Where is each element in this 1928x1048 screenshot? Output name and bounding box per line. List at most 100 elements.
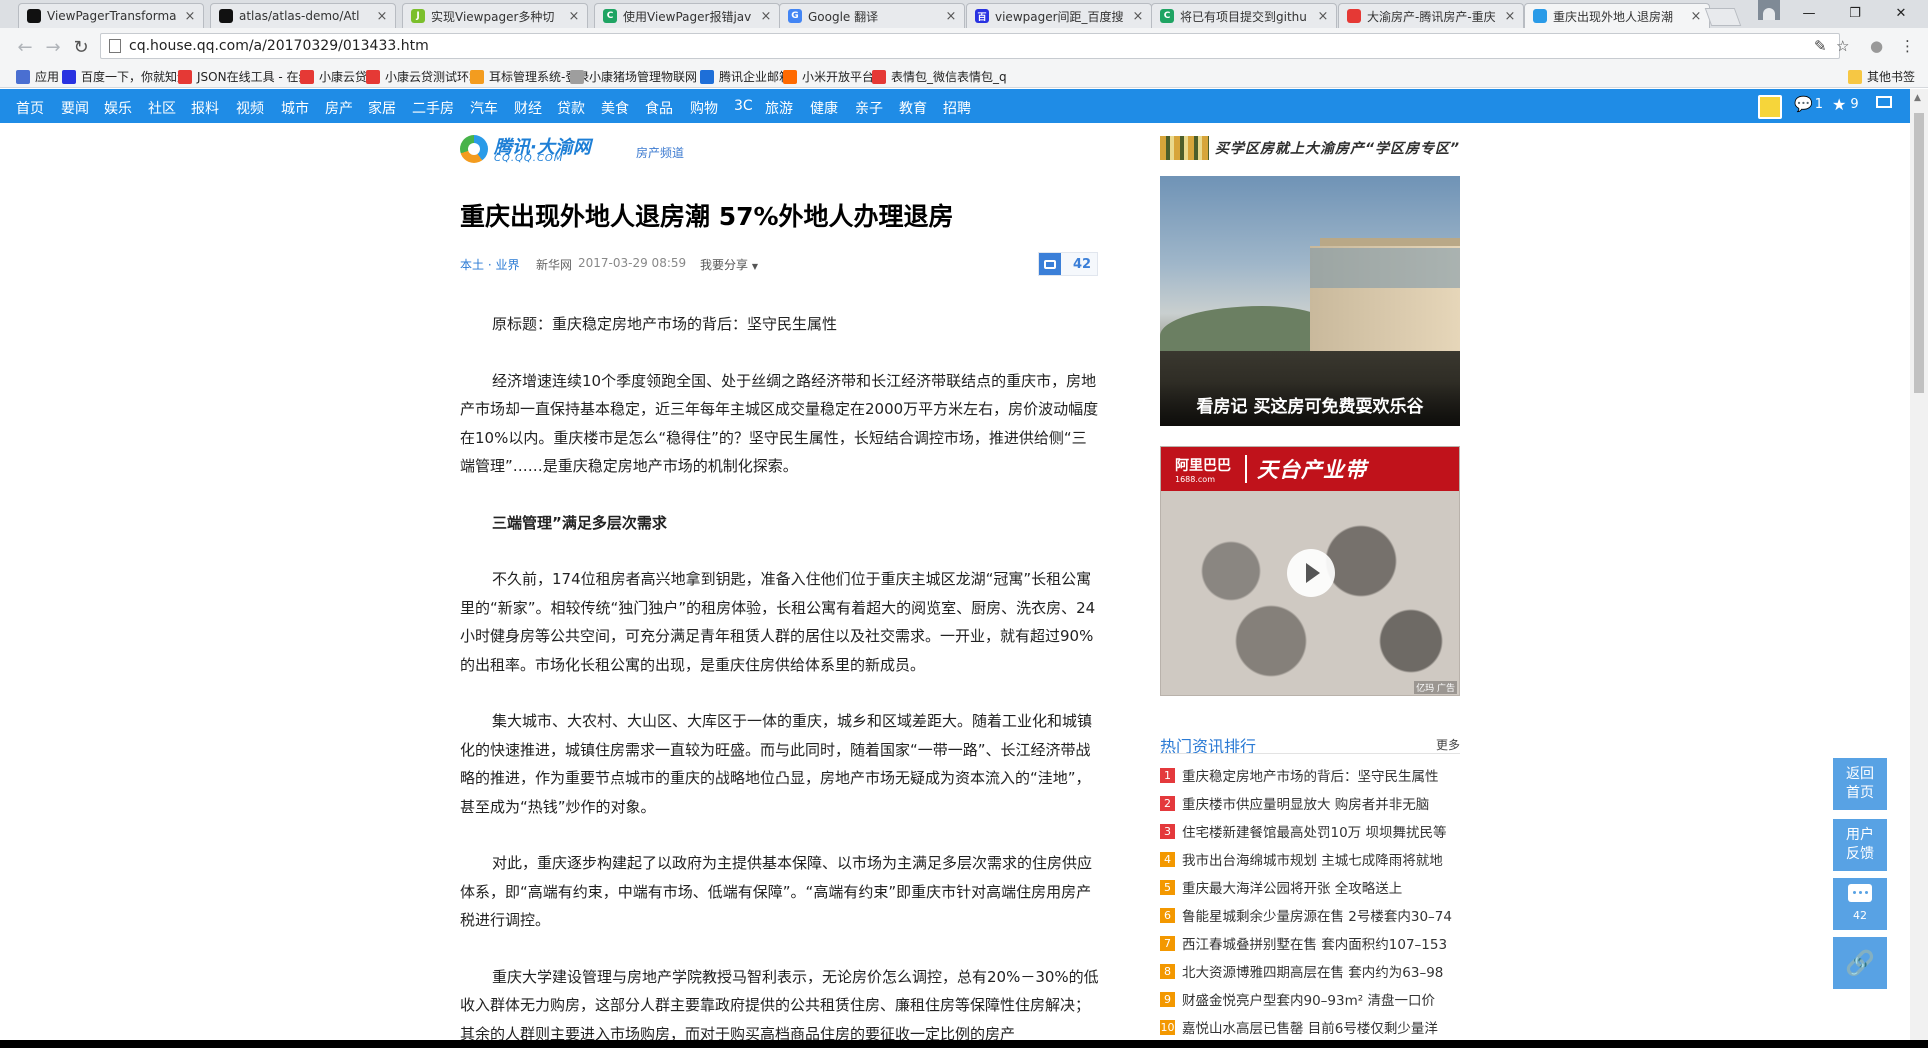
site-nav-item[interactable]: 财经	[514, 98, 542, 118]
menu-icon[interactable]: ⋮	[1900, 37, 1915, 55]
site-nav-item[interactable]: 娱乐	[104, 98, 132, 118]
bookmark-item[interactable]: 腾讯企业邮箱	[700, 68, 791, 85]
site-nav-item[interactable]: 健康	[810, 98, 838, 118]
bookmark-star-icon[interactable]: ☆	[1836, 37, 1849, 55]
bookmark-item[interactable]: 其他书签	[1848, 68, 1915, 85]
favorites[interactable]: ★ 9	[1832, 95, 1859, 114]
minimize-icon[interactable]: —	[1786, 0, 1832, 26]
mail-icon[interactable]	[1876, 96, 1892, 108]
browser-tab[interactable]: 重庆出现外地人退房潮 ×	[1524, 3, 1710, 28]
comment-bubble-icon	[1848, 883, 1872, 902]
tab-close-icon[interactable]: ×	[944, 9, 958, 24]
school-district-banner-ad[interactable]: 买学区房就上大渝房产“学区房专区”	[1160, 136, 1460, 160]
site-nav-item[interactable]: 房产	[325, 98, 353, 118]
browser-tab[interactable]: G Google 翻译 ×	[779, 3, 965, 28]
hot-news-item[interactable]: 5 重庆最大海洋公园将开张 全攻略送上	[1160, 873, 1460, 901]
hot-news-item[interactable]: 8 北大资源博雅四期高层在售 套内约为63–98	[1160, 957, 1460, 985]
bookmark-item[interactable]: 小康云贷	[300, 68, 367, 85]
comments-button[interactable]: 42	[1833, 878, 1887, 930]
site-nav-item[interactable]: 招聘	[943, 98, 971, 118]
site-nav-item[interactable]: 亲子	[855, 98, 883, 118]
site-nav-item[interactable]: 二手房	[412, 98, 454, 118]
hot-news-item[interactable]: 10 嘉悦山水高层已售罄 目前6号楼仅剩少量洋	[1160, 1013, 1460, 1041]
hot-news-item[interactable]: 7 西江春城叠拼别墅在售 套内面积约107–153	[1160, 929, 1460, 957]
browser-tab[interactable]: J 实现Viewpager多种切 ×	[402, 3, 588, 28]
site-nav-item[interactable]: 教育	[899, 98, 927, 118]
close-window-icon[interactable]: ✕	[1878, 0, 1924, 26]
browser-tab[interactable]: atlas/atlas-demo/Atl ×	[210, 3, 396, 28]
hot-news-item[interactable]: 2 重庆楼市供应量明显放大 购房者并非无脑	[1160, 789, 1460, 817]
site-nav-item[interactable]: 要闻	[61, 98, 89, 118]
page-scrollbar[interactable]: ▲	[1910, 89, 1928, 1044]
site-nav-item[interactable]: 购物	[690, 98, 718, 118]
bookmark-item[interactable]: 表情包_微信表情包_q	[872, 68, 1007, 85]
tab-close-icon[interactable]: ×	[1689, 9, 1703, 24]
article-paragraph: 集大城市、大农村、大山区、大库区于一体的重庆，城乡和区域差距大。随着工业化和城镇…	[460, 712, 1093, 816]
site-nav-item[interactable]: 食品	[645, 98, 673, 118]
featured-photo-ad[interactable]: 看房记 买这房可免费耍欢乐谷	[1160, 176, 1460, 426]
site-nav-item[interactable]: 视频	[236, 98, 264, 118]
maximize-icon[interactable]: ❐	[1832, 0, 1878, 26]
messages[interactable]: 💬 1	[1794, 95, 1823, 113]
bookmark-item[interactable]: 小康云贷测试环境	[366, 68, 481, 85]
tab-close-icon[interactable]: ×	[567, 9, 581, 24]
channel-link[interactable]: 房产频道	[636, 144, 684, 161]
tab-close-icon[interactable]: ×	[1503, 9, 1517, 24]
share-link-button[interactable]: 🔗	[1833, 937, 1887, 989]
hot-news-item[interactable]: 6 鲁能星城剩余少量房源在售 2号楼套内30–74	[1160, 901, 1460, 929]
new-tab-button[interactable]	[1704, 8, 1742, 26]
site-nav-item[interactable]: 3C	[734, 98, 753, 114]
extension-icon-2[interactable]: ●	[1870, 37, 1883, 55]
site-nav-item[interactable]: 美食	[601, 98, 629, 118]
hot-news-item[interactable]: 9 财盛金悦亮户型套内90–93m² 清盘一口价	[1160, 985, 1460, 1013]
tab-title: 使用ViewPager报错jav	[623, 9, 752, 24]
ad-tag: 亿玛 广告	[1414, 681, 1457, 694]
hot-news-more-link[interactable]: 更多	[1436, 736, 1460, 753]
article-category[interactable]: 本土 · 业界	[460, 256, 519, 273]
site-nav-item[interactable]: 首页	[16, 98, 44, 118]
scroll-up-icon[interactable]: ▲	[1914, 93, 1921, 103]
profile-icon[interactable]	[1758, 0, 1780, 20]
site-nav-item[interactable]: 旅游	[765, 98, 793, 118]
site-nav-item[interactable]: 汽车	[470, 98, 498, 118]
reload-icon[interactable]: ↻	[70, 36, 92, 58]
back-to-home-button[interactable]: 返回首页	[1833, 758, 1887, 810]
bookmark-item[interactable]: 小康猪场管理物联网	[570, 68, 697, 85]
video-ad[interactable]: 阿里巴巴 1688.com 天台产业带 亿玛 广告	[1160, 446, 1460, 696]
tab-close-icon[interactable]: ×	[183, 9, 197, 24]
scrollbar-thumb[interactable]	[1914, 113, 1924, 393]
browser-tab[interactable]: ViewPagerTransforma ×	[18, 3, 204, 28]
site-logo[interactable]: 腾讯·大渝网 CQ.QQ.COM	[460, 131, 591, 165]
browser-tab[interactable]: C 使用ViewPager报错jav ×	[594, 3, 780, 28]
bookmark-item[interactable]: 百度一下，你就知道	[62, 68, 189, 85]
extension-icon[interactable]: ✎	[1814, 37, 1827, 55]
browser-tab[interactable]: 百 viewpager间距_百度搜 ×	[966, 3, 1152, 28]
forward-icon[interactable]: →	[42, 36, 64, 58]
bookmark-item[interactable]: 小米开放平台	[783, 68, 874, 85]
hot-news-item[interactable]: 1 重庆稳定房地产市场的背后：坚守民生属性	[1160, 761, 1460, 789]
share-button[interactable]: 我要分享 ▼	[700, 256, 758, 273]
tab-close-icon[interactable]: ×	[375, 9, 389, 24]
tab-favicon-icon	[219, 9, 233, 23]
tab-close-icon[interactable]: ×	[1316, 9, 1330, 24]
site-nav-item[interactable]: 城市	[281, 98, 309, 118]
comment-count-button[interactable]: 42	[1038, 252, 1098, 276]
play-icon[interactable]	[1287, 549, 1335, 597]
browser-tab[interactable]: 大渝房产-腾讯房产-重庆 ×	[1338, 3, 1524, 28]
feedback-button[interactable]: 用户反馈	[1833, 819, 1887, 871]
back-icon[interactable]: ←	[14, 36, 36, 58]
site-nav-item[interactable]: 贷款	[557, 98, 585, 118]
tab-close-icon[interactable]: ×	[759, 9, 773, 24]
site-nav-item[interactable]: 报料	[191, 98, 219, 118]
tab-close-icon[interactable]: ×	[1131, 9, 1145, 24]
browser-tab[interactable]: C 将已有项目提交到githu ×	[1151, 3, 1337, 28]
user-avatar[interactable]	[1758, 95, 1782, 119]
hot-news-item[interactable]: 3 住宅楼新建餐馆最高处罚10万 坝坝舞扰民等	[1160, 817, 1460, 845]
site-nav-item[interactable]: 家居	[368, 98, 396, 118]
bookmark-item[interactable]: 应用	[16, 68, 59, 85]
bookmark-item[interactable]: JSON在线工具 - 在线	[178, 68, 311, 85]
address-bar[interactable]: cq.house.qq.com/a/20170329/013433.htm	[100, 33, 1840, 59]
hot-news-item[interactable]: 4 我市出台海绵城市规划 主城七成降雨将就地	[1160, 845, 1460, 873]
site-nav-item[interactable]: 社区	[148, 98, 176, 118]
star-icon: ★	[1832, 95, 1847, 114]
